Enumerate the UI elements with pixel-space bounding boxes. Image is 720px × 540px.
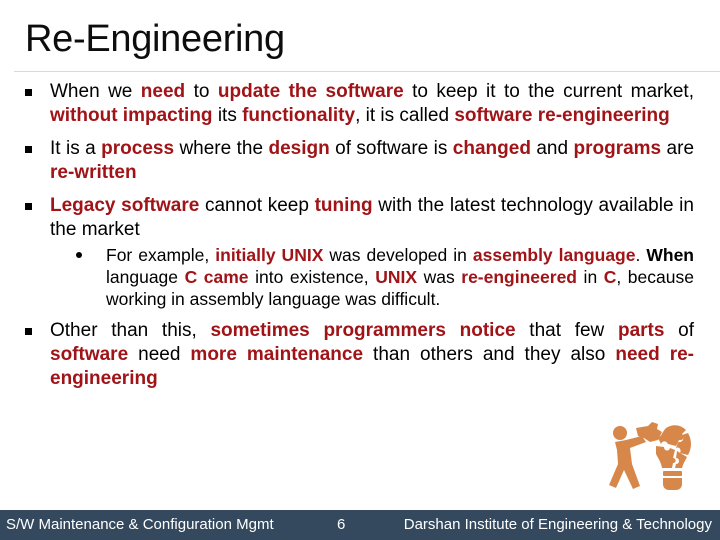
highlighted-term: more maintenance <box>190 344 364 365</box>
text-segment: of software is <box>329 138 453 159</box>
bullet-item: It is a process where the design of soft… <box>18 137 694 185</box>
text-segment: need <box>128 344 191 365</box>
bullet-item: Legacy software cannot keep tuning with … <box>18 194 694 310</box>
text-segment: and <box>530 138 574 159</box>
illustration-shapes <box>609 422 691 490</box>
text-segment: that few <box>515 320 618 341</box>
highlighted-term: UNIX <box>375 267 418 287</box>
highlighted-term: process <box>101 138 175 159</box>
sub-bullet-item: For example, initially UNIX was develope… <box>60 244 694 310</box>
highlighted-term: sometimes programmers notice <box>210 320 516 341</box>
square-bullet-icon <box>25 203 32 210</box>
text-segment: was <box>417 267 462 287</box>
sub-bullet-list: For example, initially UNIX was develope… <box>50 244 694 310</box>
person-assembling-puzzle-lightbulb-icon <box>606 420 694 498</box>
sub-bullet-text: For example, initially UNIX was develope… <box>106 245 694 309</box>
highlighted-term: initially UNIX <box>215 245 324 265</box>
footer-institute-name: Darshan Institute of Engineering & Techn… <box>403 516 712 533</box>
bullet-item: Other than this, sometimes programmers n… <box>18 319 694 391</box>
highlighted-term: software re-engineering <box>454 105 670 126</box>
bold-term: When <box>646 245 694 265</box>
square-bullet-icon <box>25 146 32 153</box>
slide-footer: S/W Maintenance & Configuration Mgmt 6 D… <box>0 510 720 540</box>
square-bullet-icon <box>25 328 32 335</box>
text-segment: Other than this, <box>50 320 211 341</box>
text-segment: When we <box>50 81 141 102</box>
title-divider <box>14 71 720 72</box>
bulb-base <box>663 478 682 490</box>
bullet-item: When we need to update the software to k… <box>18 80 694 128</box>
highlighted-term: functionality <box>242 105 356 126</box>
text-segment: than others and they also <box>363 344 616 365</box>
text-segment: to <box>185 81 218 102</box>
text-segment: are <box>661 138 695 159</box>
text-segment: its <box>212 105 243 126</box>
square-bullet-icon <box>25 89 32 96</box>
bullet-text: It is a process where the design of soft… <box>50 138 694 183</box>
highlighted-term: programs <box>573 138 662 159</box>
bulb-piece-left <box>656 446 676 468</box>
bullet-text: Other than this, sometimes programmers n… <box>50 320 694 389</box>
text-segment: language <box>106 267 185 287</box>
person-head <box>613 426 627 440</box>
text-segment: . <box>635 245 647 265</box>
text-segment: It is a <box>50 138 102 159</box>
text-segment: was developed in <box>323 245 473 265</box>
highlighted-term: update the software <box>217 81 404 102</box>
bullet-list: When we need to update the software to k… <box>18 80 694 391</box>
text-segment: where the <box>174 138 269 159</box>
highlighted-term: without impacting <box>50 105 213 126</box>
highlighted-term: assembly language <box>472 245 636 265</box>
highlighted-term: need <box>140 81 186 102</box>
text-segment: into existence, <box>248 267 376 287</box>
highlighted-term: tuning <box>314 195 373 216</box>
bullet-text: When we need to update the software to k… <box>50 81 694 126</box>
bulb-base-ring <box>663 471 682 476</box>
footer-page-number: 6 <box>337 516 346 533</box>
text-segment: cannot keep <box>199 195 315 216</box>
text-segment: , it is called <box>355 105 455 126</box>
bullet-text: Legacy software cannot keep tuning with … <box>50 195 694 240</box>
highlighted-term: Legacy software <box>50 195 200 216</box>
highlighted-term: changed <box>452 138 531 159</box>
text-segment: to keep it to the current market, <box>403 81 694 102</box>
slide-title: Re-Engineering <box>25 18 285 60</box>
highlighted-term: parts <box>617 320 665 341</box>
highlighted-term: software <box>50 344 129 365</box>
highlighted-term: re-written <box>50 162 137 183</box>
highlighted-term: design <box>268 138 330 159</box>
person-body <box>609 436 646 489</box>
highlighted-term: C came <box>184 267 249 287</box>
text-segment: For example, <box>106 245 216 265</box>
highlighted-term: C <box>603 267 617 287</box>
footer-course-title: S/W Maintenance & Configuration Mgmt <box>6 516 274 533</box>
text-segment: in <box>577 267 604 287</box>
highlighted-term: re-engineered <box>461 267 577 287</box>
text-segment: of <box>664 320 695 341</box>
round-bullet-icon <box>76 252 82 258</box>
slide-content: When we need to update the software to k… <box>18 80 694 400</box>
